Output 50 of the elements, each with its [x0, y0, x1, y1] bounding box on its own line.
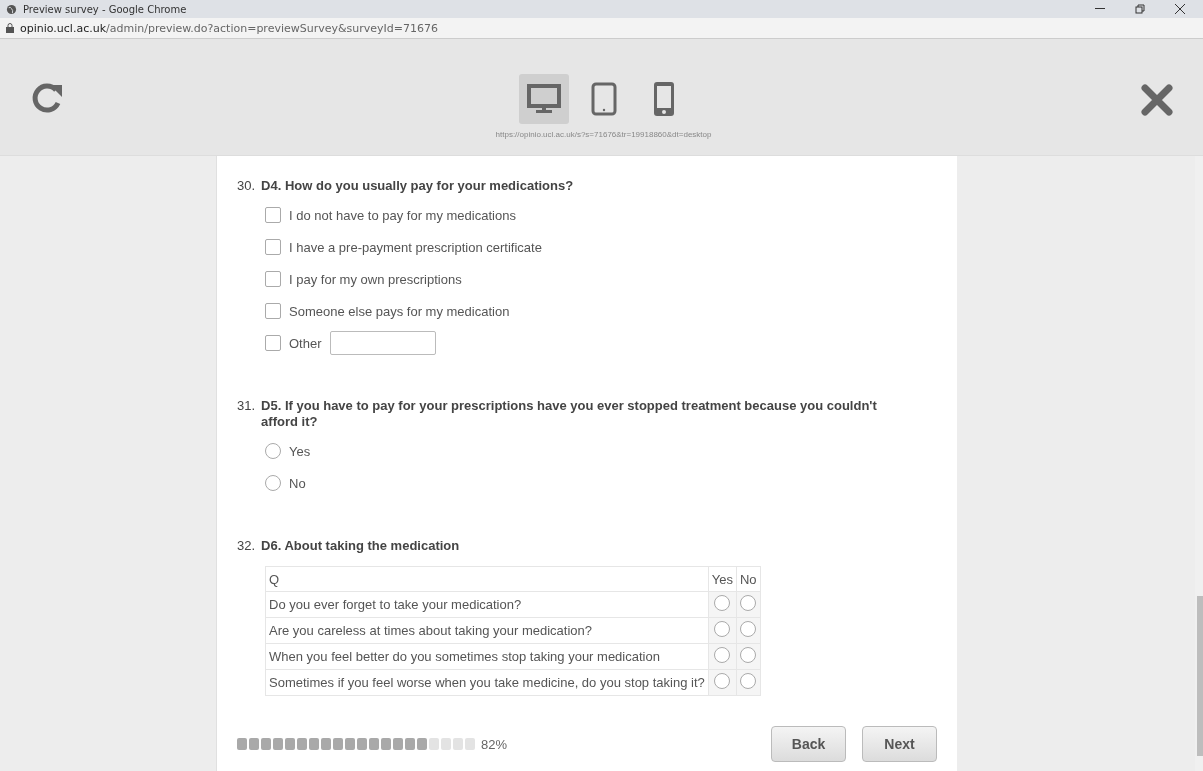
option-label: No — [289, 475, 306, 491]
question-number: 30. — [237, 178, 256, 194]
radio-button[interactable] — [714, 621, 731, 637]
phone-icon — [652, 81, 675, 117]
radio-button[interactable] — [714, 673, 731, 689]
checkbox[interactable] — [265, 239, 281, 255]
table-cell: When you feel better do you sometimes stop taking your medication — [265, 643, 709, 670]
question-title: D6. About taking the medication — [261, 538, 460, 554]
monitor-icon — [526, 84, 561, 114]
checkbox[interactable] — [265, 271, 281, 287]
question-number: 31. — [237, 398, 256, 415]
column-header: No — [736, 566, 761, 592]
option-label: I do not have to pay for my medications — [289, 207, 516, 223]
table-cell: Sometimes if you feel worse when you take medicine, do you stop taking it? — [265, 669, 709, 696]
preview-url: https://opinio.ucl.ac.uk/s?s=71676&tr=19918860&dt=desktop — [495, 130, 712, 139]
radio-button[interactable] — [740, 595, 757, 611]
option-label: Other — [289, 335, 322, 351]
radio-button[interactable] — [740, 673, 757, 689]
restore-icon[interactable] — [1135, 4, 1145, 14]
radio-button[interactable] — [714, 647, 731, 663]
checkbox[interactable] — [265, 335, 281, 351]
radio-button[interactable] — [265, 443, 281, 459]
progress-reading: 82% — [481, 736, 508, 752]
table-cell: Are you careless at times about taking your medication? — [265, 617, 709, 644]
device-button[interactable] — [518, 74, 569, 124]
question-title: D4. How do you usually pay for your medications? — [261, 178, 574, 194]
radio-button[interactable] — [265, 475, 281, 491]
table-cell: Do you ever forget to take your medication? — [265, 591, 709, 618]
lock-icon — [6, 23, 14, 33]
checkbox[interactable] — [265, 207, 281, 223]
close-icon[interactable] — [1141, 84, 1173, 116]
option-label: I have a pre-payment prescription certificate — [289, 239, 542, 255]
radio-button[interactable] — [740, 647, 757, 663]
checkbox[interactable] — [265, 303, 281, 319]
window-title: Preview survey - Google Chrome — [23, 3, 188, 15]
question-title: D5. If you have to pay for your prescriptions have you ever stopped treatment because you couldn't afford it? — [261, 398, 878, 430]
nav-button[interactable]: Next — [862, 726, 937, 762]
option-label: Yes — [289, 443, 311, 459]
minimize-icon[interactable] — [1095, 8, 1105, 10]
option-label: Someone else pays for my medication — [289, 303, 510, 319]
close-icon[interactable] — [1175, 4, 1185, 14]
tablet-icon — [590, 82, 617, 116]
other-field[interactable] — [329, 331, 436, 355]
radio-button[interactable] — [714, 595, 731, 611]
column-header: Q — [265, 566, 709, 592]
nav-button[interactable]: Back — [771, 726, 846, 762]
column-header: Yes — [708, 566, 737, 592]
option-label: I pay for my own prescriptions — [289, 271, 462, 287]
radio-button[interactable] — [740, 621, 757, 637]
question-number: 32. — [237, 538, 256, 554]
